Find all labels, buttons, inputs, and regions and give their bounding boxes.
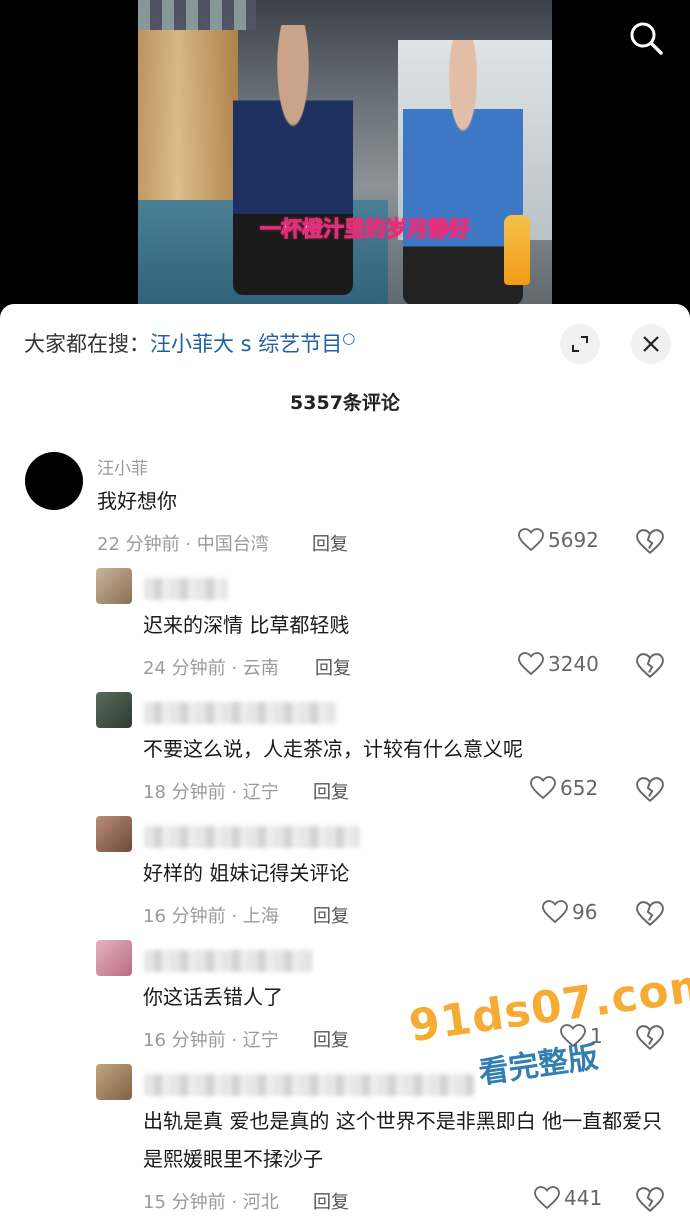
comment-meta: 18 分钟前 · 辽宁	[143, 782, 279, 803]
like-count: 96	[572, 900, 598, 924]
dislike-icon[interactable]	[636, 1186, 664, 1214]
expand-icon	[572, 336, 588, 352]
trending-search-keyword[interactable]: 汪小菲大 s 综艺节目	[150, 332, 342, 356]
dislike-icon[interactable]	[636, 900, 664, 928]
like-count: 5692	[548, 528, 599, 552]
comment-username-blurred	[144, 826, 360, 848]
comment-meta: 24 分钟前 · 云南	[143, 658, 279, 679]
comment-text: 出轨是真 爱也是真的 这个世界不是非黑即白 他一直都爱只是熙媛眼里不揉沙子	[143, 1109, 663, 1171]
comment-text: 迟来的深情 比草都轻贱	[143, 613, 350, 637]
comment-username-blurred	[144, 702, 336, 724]
like-button[interactable]: 5692	[518, 528, 599, 552]
heart-icon	[518, 652, 544, 676]
expand-button[interactable]	[560, 324, 600, 364]
comment-username-blurred	[144, 578, 228, 600]
like-button[interactable]: 3240	[518, 652, 599, 676]
dislike-icon[interactable]	[636, 776, 664, 804]
comment-text: 我好想你	[97, 489, 177, 513]
comment-username[interactable]: 汪小菲	[97, 454, 148, 479]
comment-text: 好样的 姐妹记得关评论	[143, 861, 350, 885]
reply-item: 出轨是真 爱也是真的 这个世界不是非黑即白 他一直都爱只是熙媛眼里不揉沙子 15…	[0, 1062, 690, 1222]
reply-button[interactable]: 回复	[312, 530, 348, 556]
trending-search-prefix: 大家都在搜：	[24, 332, 150, 356]
comment-meta: 16 分钟前 · 上海	[143, 906, 279, 927]
like-button[interactable]: 652	[530, 776, 598, 800]
comment-username-blurred	[144, 950, 312, 972]
reply-item: 好样的 姐妹记得关评论 16 分钟前 · 上海 回复 96	[0, 814, 690, 934]
comment-meta: 15 分钟前 · 河北	[143, 1192, 279, 1213]
reply-item: 不要这么说，人走茶凉，计较有什么意义呢 18 分钟前 · 辽宁 回复 652	[0, 690, 690, 810]
comment-count: 5357条评论	[290, 392, 400, 414]
comment-text: 不要这么说，人走茶凉，计较有什么意义呢	[143, 737, 523, 761]
video-person-man	[233, 25, 353, 295]
video-caption: 一杯橙汁里的岁月静好	[260, 217, 471, 242]
comment-text: 你这话丢错人了	[143, 985, 283, 1009]
avatar[interactable]	[96, 692, 132, 728]
dislike-icon[interactable]	[636, 652, 664, 680]
comment-meta: 22 分钟前 · 中国台湾	[97, 534, 269, 555]
like-button[interactable]: 441	[534, 1186, 602, 1210]
reply-button[interactable]: 回复	[313, 778, 349, 804]
close-button[interactable]	[631, 324, 671, 364]
dislike-icon[interactable]	[636, 528, 664, 556]
like-count: 652	[560, 776, 599, 800]
reply-button[interactable]: 回复	[313, 902, 349, 928]
video-window-scene	[138, 30, 238, 200]
trending-search-bar[interactable]: 大家都在搜：汪小菲大 s 综艺节目○	[24, 328, 355, 358]
like-count: 3240	[548, 652, 599, 676]
video-mosaic	[138, 0, 256, 30]
reply-button[interactable]: 回复	[315, 654, 351, 680]
reply-button[interactable]: 回复	[313, 1188, 349, 1214]
avatar[interactable]	[96, 940, 132, 976]
comment-meta: 16 分钟前 · 辽宁	[143, 1030, 279, 1051]
comment-item: 汪小菲 我好想你 22 分钟前 · 中国台湾 回复 5692	[0, 444, 690, 564]
comment-sheet: 大家都在搜：汪小菲大 s 综艺节目○ 5357条评论 汪小菲 我好想你 22 分…	[0, 304, 690, 1227]
like-button[interactable]: 96	[542, 900, 597, 924]
close-icon	[643, 336, 659, 352]
search-small-icon: ○	[342, 329, 356, 347]
reply-item: 迟来的深情 比草都轻贱 24 分钟前 · 云南 回复 3240	[0, 566, 690, 686]
like-count: 441	[564, 1186, 603, 1210]
avatar[interactable]	[96, 568, 132, 604]
dislike-icon[interactable]	[636, 1024, 664, 1052]
heart-icon	[518, 528, 544, 552]
search-button[interactable]	[626, 18, 666, 58]
video-player[interactable]: 一杯橙汁里的岁月静好	[138, 0, 552, 310]
avatar[interactable]	[96, 816, 132, 852]
avatar[interactable]	[96, 1064, 132, 1100]
video-juice-bottle	[504, 215, 530, 285]
comment-username-blurred	[144, 1074, 474, 1096]
avatar[interactable]	[25, 452, 83, 510]
search-icon	[630, 22, 663, 55]
heart-icon	[530, 776, 556, 800]
reply-button[interactable]: 回复	[313, 1026, 349, 1052]
heart-icon	[542, 900, 568, 924]
heart-icon	[534, 1186, 560, 1210]
